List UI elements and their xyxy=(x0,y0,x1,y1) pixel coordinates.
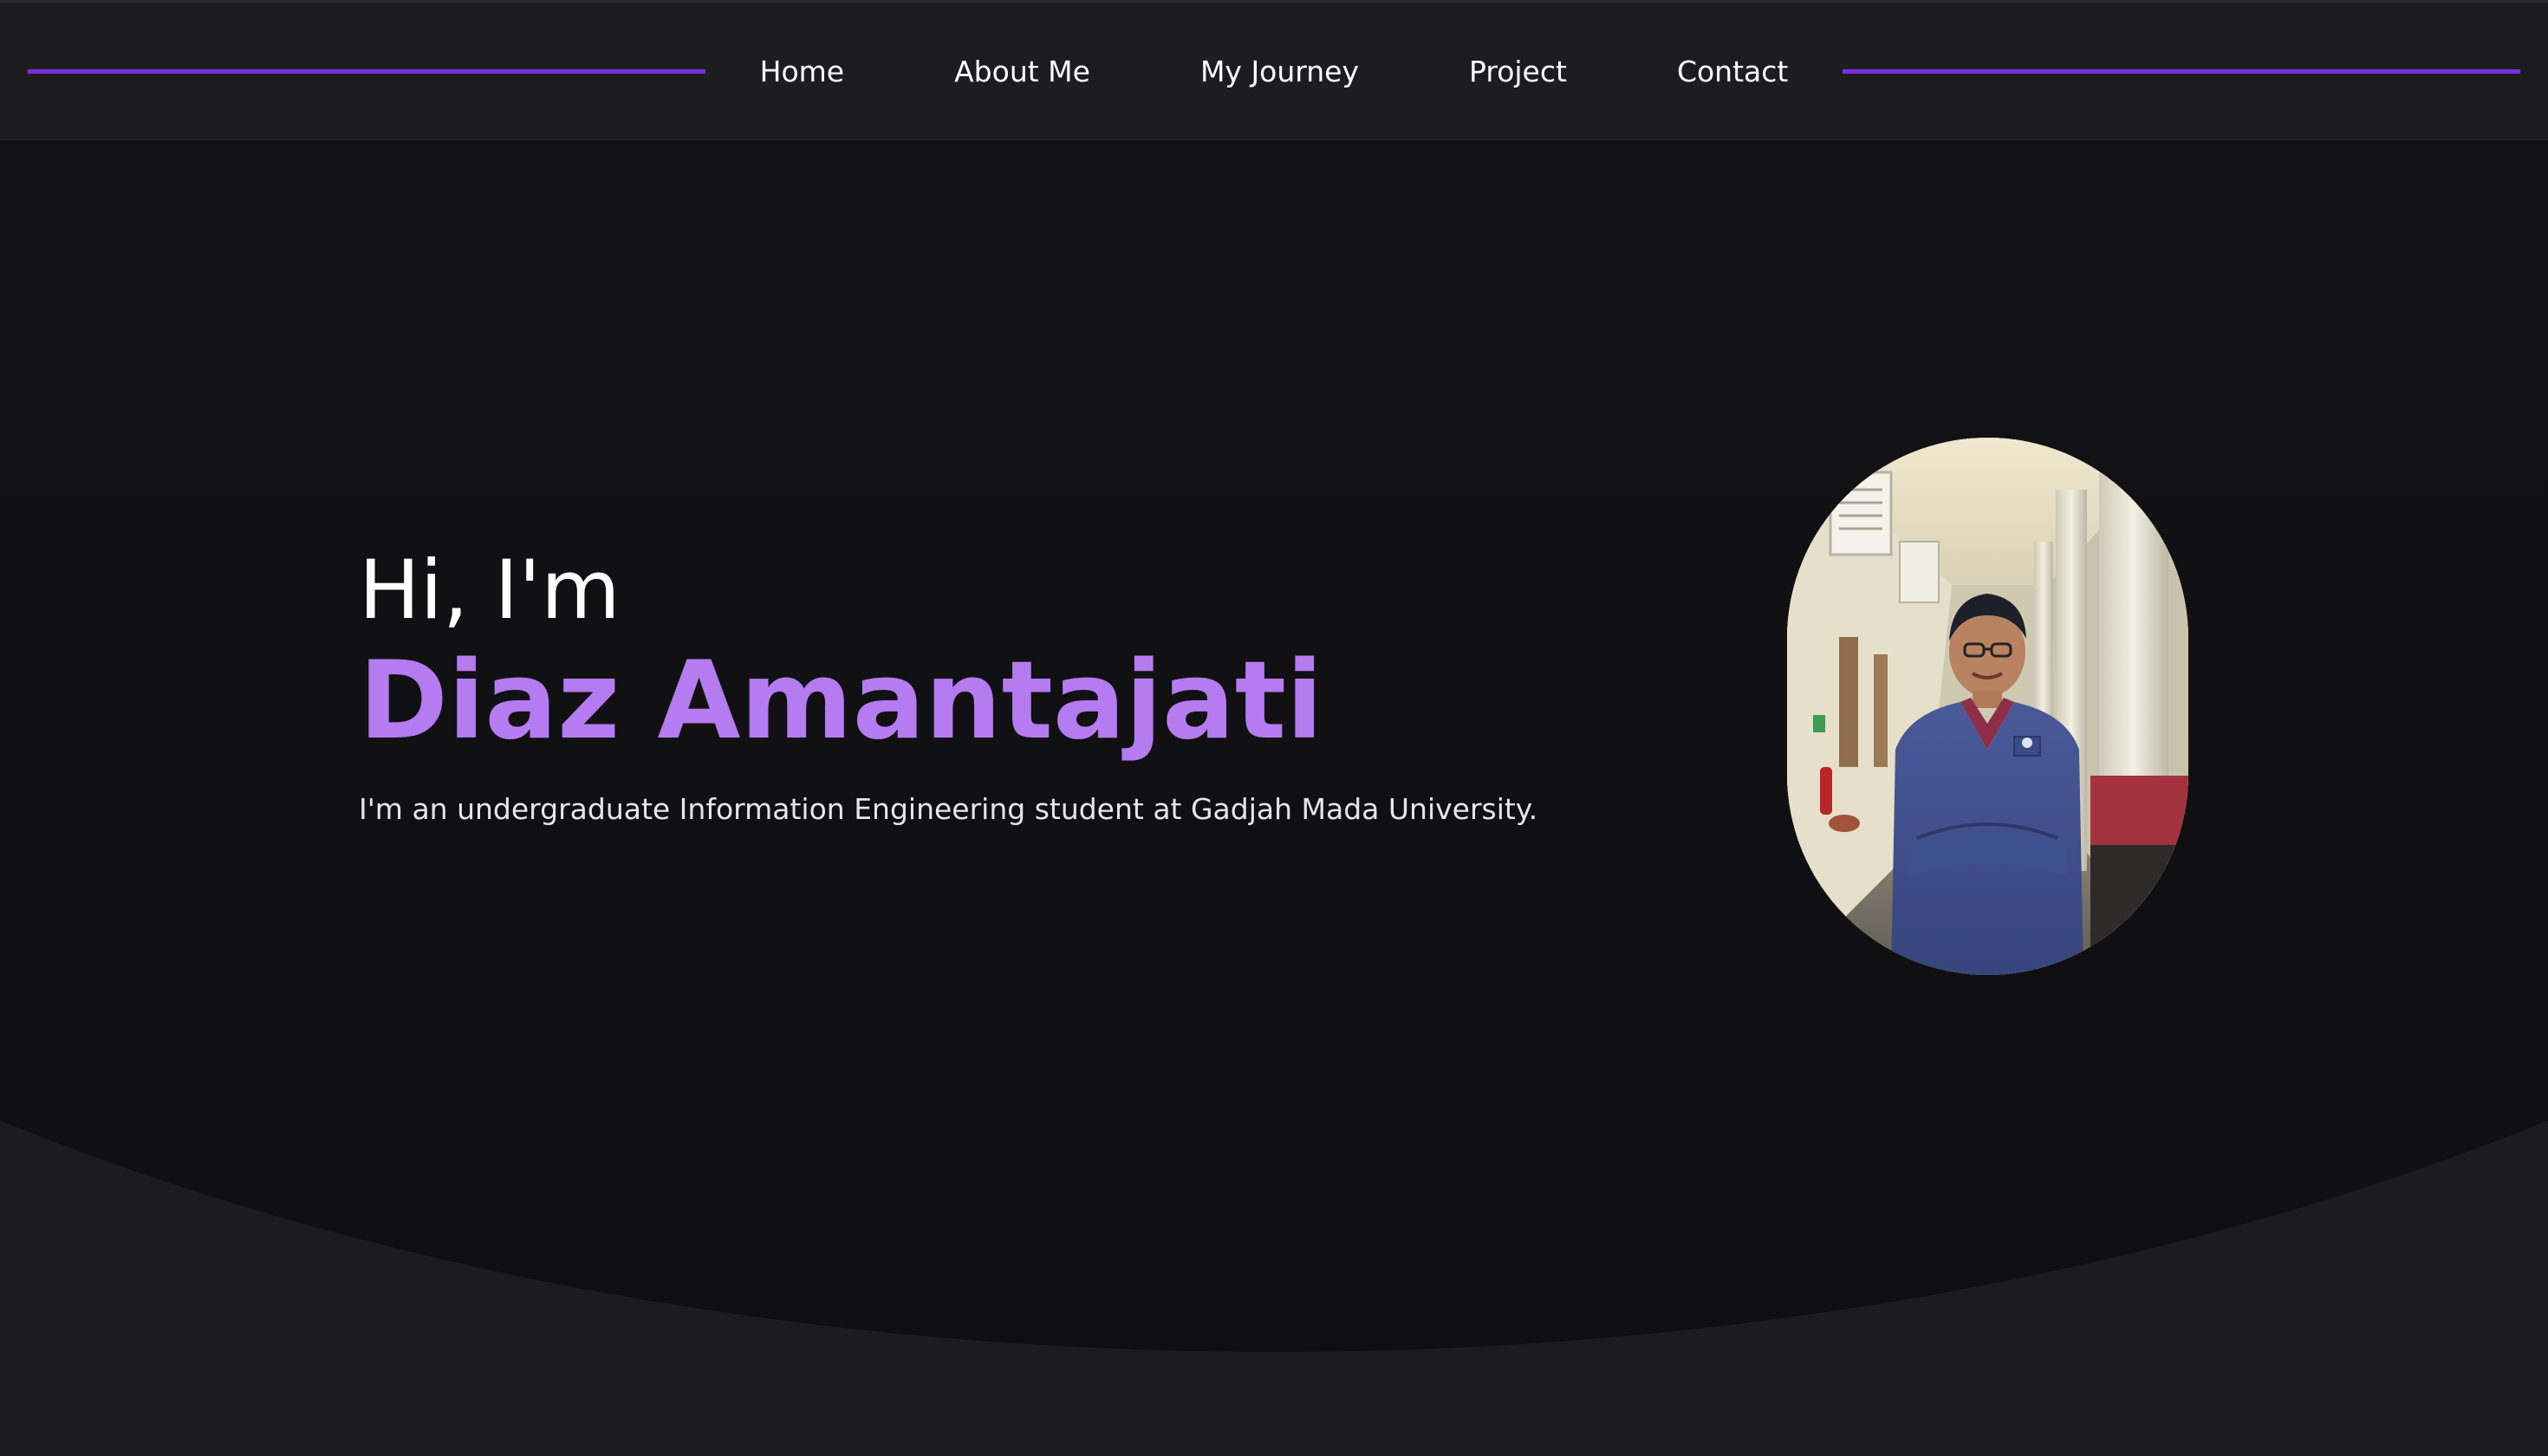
nav-my-journey[interactable]: My Journey xyxy=(1200,55,1359,88)
hero-section: Hi, I'm Diaz Amantajati I'm an undergrad… xyxy=(359,546,1676,826)
nav-project[interactable]: Project xyxy=(1469,55,1567,88)
page: Home About Me My Journey Project Contact… xyxy=(0,0,2548,1456)
nav-accent-line-right xyxy=(1843,69,2521,74)
nav-contact[interactable]: Contact xyxy=(1677,55,1788,88)
nav-links: Home About Me My Journey Project Contact xyxy=(760,55,1789,88)
nav-about-me[interactable]: About Me xyxy=(954,55,1090,88)
nav-home[interactable]: Home xyxy=(760,55,844,88)
portrait-illustration xyxy=(1787,438,2188,975)
navbar: Home About Me My Journey Project Contact xyxy=(0,0,2548,140)
portrait-photo xyxy=(1787,438,2188,975)
hero-tagline: I'm an undergraduate Information Enginee… xyxy=(359,791,1538,826)
hero-name: Diaz Amantajati xyxy=(359,639,1323,764)
hero-greeting: Hi, I'm xyxy=(359,543,621,638)
nav-accent-line-left xyxy=(27,69,705,74)
